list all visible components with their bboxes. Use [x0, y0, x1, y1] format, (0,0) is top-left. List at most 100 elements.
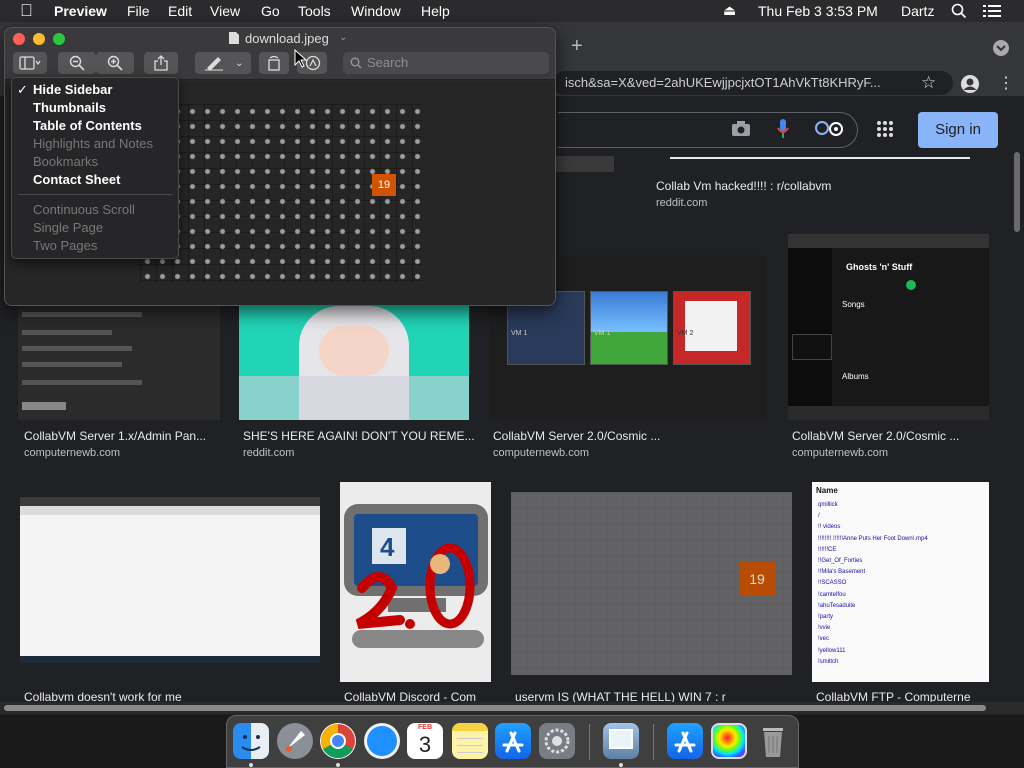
result-caption-0[interactable]: Collab Vm hacked!!!! : r/collabvm [656, 179, 831, 193]
result-caption-4[interactable]: CollabVM Server 2.0/Cosmic ... [792, 429, 959, 443]
result-thumb-0[interactable] [556, 156, 614, 172]
eject-icon[interactable]: ⏏ [723, 2, 736, 19]
pen-icon [205, 57, 223, 71]
share-button[interactable] [144, 52, 178, 74]
ftp-list: qmillick /!! videos!!!!!!!! !!!!!!Anne Pu… [818, 502, 928, 665]
settings-gear-icon[interactable] [814, 118, 848, 140]
notes-icon[interactable] [452, 723, 488, 759]
menu-clock[interactable]: Thu Feb 3 3:53 PM [758, 3, 878, 19]
menu-bar:  Preview File Edit View Go Tools Window… [0, 0, 1024, 22]
sidebar-toggle-button[interactable] [13, 52, 47, 74]
result-source-2[interactable]: reddit.com [243, 447, 294, 459]
zoom-button[interactable] [53, 33, 65, 45]
result-caption-2[interactable]: SHE'S HERE AGAIN! DON'T YOU REME... [243, 429, 475, 443]
google-search-box[interactable] [558, 112, 858, 148]
menu-thumbnails[interactable]: Thumbnails [33, 100, 106, 115]
result-thumb-8[interactable]: Name qmillick /!! videos!!!!!!!! !!!!!!An… [812, 482, 989, 682]
result-thumb-7[interactable]: 19 [511, 492, 792, 675]
spotlight-icon[interactable] [951, 3, 967, 19]
rotate-button[interactable] [259, 52, 289, 74]
result-source-1[interactable]: computernewb.com [24, 447, 120, 459]
result-source-4[interactable]: computernewb.com [792, 447, 888, 459]
menu-single-page: Single Page [33, 220, 104, 235]
search-placeholder: Search [367, 55, 409, 70]
result-thumb-5[interactable] [20, 497, 320, 663]
vm-label-1: VM 1 [511, 330, 528, 337]
result-divider [670, 157, 970, 159]
spotify-artist: Ghosts 'n' Stuff [846, 262, 913, 272]
launchpad-icon[interactable] [277, 723, 313, 759]
zoom-out-button[interactable] [58, 52, 96, 74]
app-store-icon[interactable] [495, 723, 531, 759]
result-caption-1[interactable]: CollabVM Server 1.x/Admin Pan... [24, 429, 206, 443]
safari-icon[interactable] [364, 723, 400, 759]
voice-search-icon[interactable] [776, 118, 790, 140]
apps-grid-icon[interactable] [877, 121, 893, 137]
finder-icon[interactable] [233, 723, 269, 759]
share-icon [154, 55, 168, 71]
trash-icon[interactable] [755, 723, 791, 759]
chrome-icon[interactable] [320, 723, 356, 759]
preview-document-icon[interactable] [711, 723, 747, 759]
zoom-out-icon [69, 55, 85, 71]
control-center-icon[interactable] [983, 4, 1001, 18]
vm-label-2: VM 1 [594, 330, 611, 337]
tab-search-icon[interactable] [993, 40, 1009, 56]
window-title[interactable]: download.jpeg [245, 31, 329, 46]
calendar-tile-thumb: 19 [739, 562, 775, 596]
menu-hide-sidebar[interactable]: Hide Sidebar [33, 82, 112, 97]
menu-edit[interactable]: Edit [168, 3, 192, 19]
close-button[interactable] [13, 33, 25, 45]
result-thumb-1[interactable] [18, 306, 220, 420]
search-icon [350, 57, 362, 69]
result-source-3[interactable]: computernewb.com [493, 447, 589, 459]
horizontal-scrollbar[interactable] [0, 702, 1024, 714]
svg-text:4: 4 [380, 532, 395, 562]
title-chevron-icon[interactable]: ⌄ [339, 32, 347, 43]
calendar-month: FEB [418, 724, 432, 731]
calendar-icon[interactable]: FEB 3 [407, 723, 443, 759]
rotate-icon [268, 55, 280, 71]
profile-icon[interactable] [961, 75, 979, 93]
menu-table-of-contents[interactable]: Table of Contents [33, 118, 142, 133]
dock-separator-2 [653, 724, 654, 760]
bookmark-star-icon[interactable]: ☆ [921, 73, 936, 93]
markup-chevron-icon: ⌄ [235, 58, 244, 69]
preview-image[interactable]: 19 [140, 104, 422, 284]
system-preferences-icon[interactable] [539, 723, 575, 759]
camera-search-icon[interactable] [731, 121, 751, 137]
menu-go[interactable]: Go [261, 3, 280, 19]
preview-app-icon[interactable] [603, 723, 639, 759]
markup-button[interactable]: ⌄ [195, 52, 251, 74]
sidebar-icon [19, 56, 41, 70]
zoom-in-button[interactable] [96, 52, 134, 74]
menu-file[interactable]: File [127, 3, 150, 19]
preview-titlebar: download.jpeg ⌄ ⌄ Search [5, 28, 555, 80]
menu-help[interactable]: Help [421, 3, 450, 19]
spotify-songs: Songs [842, 300, 865, 309]
new-tab-icon[interactable]: + [571, 35, 583, 58]
apple-icon[interactable]:  [20, 1, 33, 21]
menu-view[interactable]: View [210, 3, 240, 19]
preview-running-dot [619, 763, 623, 767]
result-source-0[interactable]: reddit.com [656, 197, 707, 209]
preview-search-field[interactable]: Search [343, 52, 549, 74]
minimize-button[interactable] [33, 33, 45, 45]
menu-separator [18, 194, 172, 195]
menu-tools[interactable]: Tools [298, 3, 331, 19]
vertical-scrollbar[interactable] [1014, 152, 1020, 232]
menu-contact-sheet[interactable]: Contact Sheet [33, 172, 120, 187]
menu-user[interactable]: Dartz [901, 3, 934, 19]
result-thumb-4[interactable]: Ghosts 'n' Stuff Songs Albums [788, 234, 989, 420]
horizontal-scroll-thumb[interactable] [4, 705, 986, 711]
result-caption-3[interactable]: CollabVM Server 2.0/Cosmic ... [493, 429, 660, 443]
downloads-folder-icon[interactable] [667, 723, 703, 759]
browser-menu-icon[interactable]: ⋮ [998, 73, 1014, 93]
result-thumb-2[interactable] [239, 306, 469, 420]
menu-app-name[interactable]: Preview [54, 3, 107, 19]
menu-highlights-notes: Highlights and Notes [33, 136, 153, 151]
result-thumb-6[interactable]: 4 [340, 482, 491, 682]
url-field[interactable]: isch&sa=X&ved=2ahUKEwjjpcjxtOT1AhVkTt8KH… [553, 71, 953, 95]
menu-window[interactable]: Window [351, 3, 401, 19]
sign-in-button[interactable]: Sign in [918, 112, 998, 148]
